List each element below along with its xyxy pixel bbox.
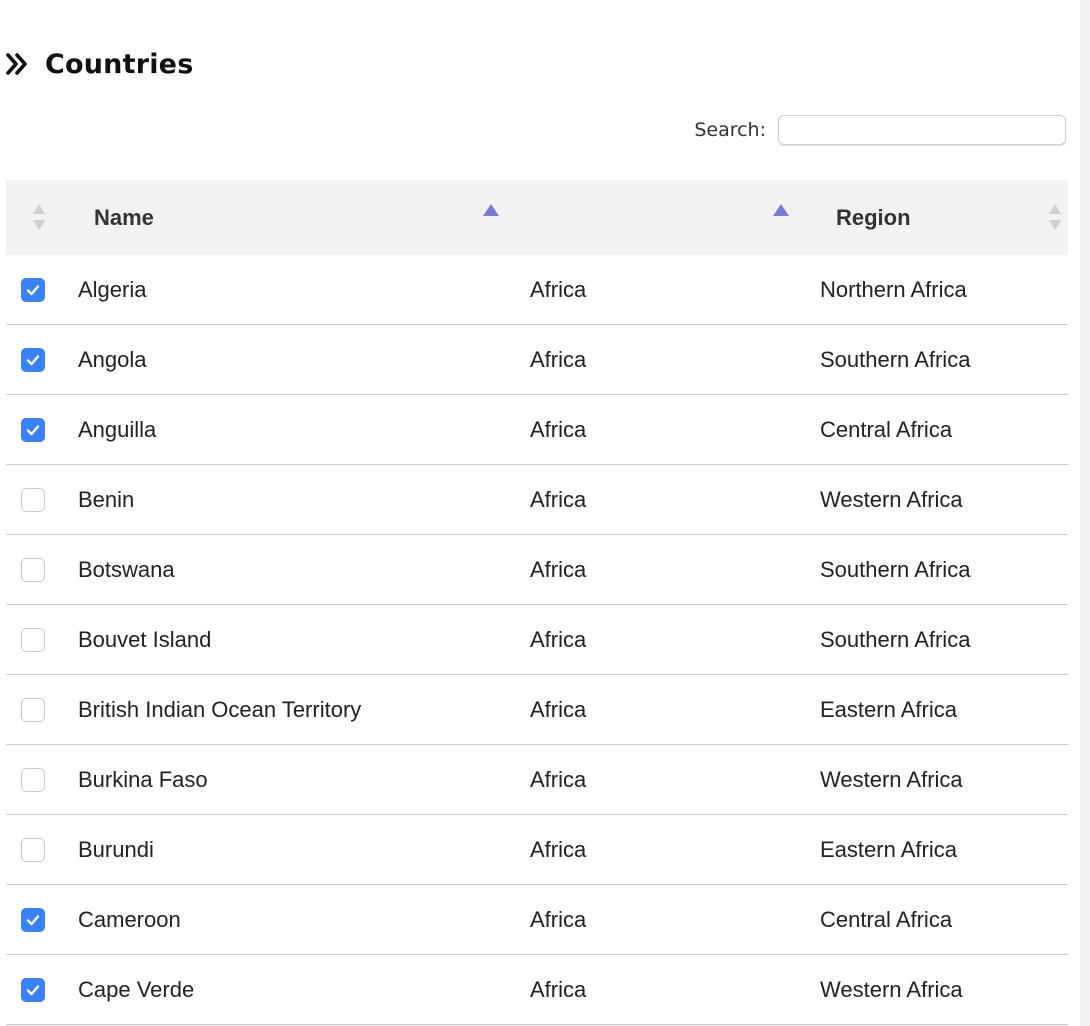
row-checkbox[interactable] (21, 347, 45, 372)
row-checkbox[interactable] (21, 417, 45, 442)
cell-region: Northern Africa (820, 276, 967, 302)
cell-region: Eastern Africa (820, 836, 957, 862)
cell-name: Algeria (78, 276, 147, 302)
cell-name: Anguilla (78, 416, 157, 442)
search-bar: Search: (694, 115, 1066, 145)
table-row: Algeria Africa Northern Africa (6, 255, 1068, 325)
sort-both-icon (33, 204, 45, 230)
row-select-cell (20, 255, 46, 324)
check-icon (26, 284, 40, 295)
cell-region: Western Africa (820, 766, 963, 792)
cell-continent: Africa (530, 976, 587, 1002)
cell-continent: Africa (530, 836, 587, 862)
row-select-cell (20, 535, 46, 604)
cell-name: Benin (78, 486, 135, 512)
row-checkbox[interactable] (21, 557, 45, 582)
cell-region: Central Africa (820, 906, 953, 932)
row-select-cell (20, 325, 46, 394)
table-row: Burundi Africa Eastern Africa (6, 815, 1068, 885)
column-header-name-label: Name (94, 204, 154, 230)
row-checkbox[interactable] (21, 977, 45, 1002)
search-input[interactable] (778, 115, 1066, 145)
row-checkbox[interactable] (21, 697, 45, 722)
table-row: Benin Africa Western Africa (6, 465, 1068, 535)
row-checkbox[interactable] (21, 837, 45, 862)
cell-continent: Africa (530, 766, 587, 792)
table-row: Angola Africa Southern Africa (6, 325, 1068, 395)
table-body: Algeria Africa Northern Africa Angola Af… (6, 255, 1068, 1025)
table-row: Cameroon Africa Central Africa (6, 885, 1068, 955)
check-icon (26, 354, 40, 365)
page-title: Countries (45, 48, 194, 80)
cell-region: Southern Africa (820, 626, 971, 652)
cell-region: Western Africa (820, 976, 963, 1002)
row-select-cell (20, 955, 46, 1024)
cell-continent: Africa (530, 556, 587, 582)
cell-name: Burundi (78, 836, 154, 862)
table-row: Burkina Faso Africa Western Africa (6, 745, 1068, 815)
cell-region: Eastern Africa (820, 696, 957, 722)
table-row: Anguilla Africa Central Africa (6, 395, 1068, 465)
cell-name: Angola (78, 346, 147, 372)
cell-region: Central Africa (820, 416, 953, 442)
row-select-cell (20, 745, 46, 814)
row-select-cell (20, 395, 46, 464)
cell-name: Cape Verde (78, 976, 195, 1002)
table-header-row: Name Region (6, 180, 1068, 255)
cell-continent: Africa (530, 696, 587, 722)
column-header-region[interactable]: Region (812, 180, 1068, 255)
cell-name: British Indian Ocean Territory (78, 696, 362, 722)
row-select-cell (20, 605, 46, 674)
check-icon (26, 424, 40, 435)
check-icon (26, 984, 40, 995)
cell-continent: Africa (530, 626, 587, 652)
table-row: British Indian Ocean Territory Africa Ea… (6, 675, 1068, 745)
scrollbar-track (1080, 0, 1090, 1026)
column-header-select[interactable] (6, 180, 72, 255)
sort-asc-icon (773, 204, 789, 216)
page-header: Countries (5, 44, 193, 84)
countries-table: Name Region Algeria Africa Northern Afri… (6, 180, 1068, 1025)
cell-name: Burkina Faso (78, 766, 208, 792)
row-select-cell (20, 885, 46, 954)
cell-name: Bouvet Island (78, 626, 212, 652)
cell-name: Botswana (78, 556, 175, 582)
column-header-continent[interactable] (522, 180, 812, 255)
cell-continent: Africa (530, 416, 587, 442)
column-header-name[interactable]: Name (72, 180, 522, 255)
cell-continent: Africa (530, 486, 587, 512)
row-checkbox[interactable] (21, 277, 45, 302)
cell-region: Southern Africa (820, 346, 971, 372)
cell-region: Western Africa (820, 486, 963, 512)
column-header-region-label: Region (836, 204, 911, 230)
cell-continent: Africa (530, 346, 587, 372)
cell-continent: Africa (530, 276, 587, 302)
table-row: Cape Verde Africa Western Africa (6, 955, 1068, 1025)
row-checkbox[interactable] (21, 487, 45, 512)
row-checkbox[interactable] (21, 907, 45, 932)
table-row: Bouvet Island Africa Southern Africa (6, 605, 1068, 675)
row-checkbox[interactable] (21, 767, 45, 792)
row-select-cell (20, 675, 46, 744)
cell-continent: Africa (530, 906, 587, 932)
sort-asc-icon (483, 204, 499, 216)
search-label: Search: (694, 119, 766, 141)
cell-name: Cameroon (78, 906, 181, 932)
row-select-cell (20, 815, 46, 884)
row-select-cell (20, 465, 46, 534)
row-checkbox[interactable] (21, 627, 45, 652)
check-icon (26, 914, 40, 925)
double-chevron-right-icon (6, 53, 27, 75)
cell-region: Southern Africa (820, 556, 971, 582)
sort-both-icon (1049, 204, 1061, 230)
table-row: Botswana Africa Southern Africa (6, 535, 1068, 605)
